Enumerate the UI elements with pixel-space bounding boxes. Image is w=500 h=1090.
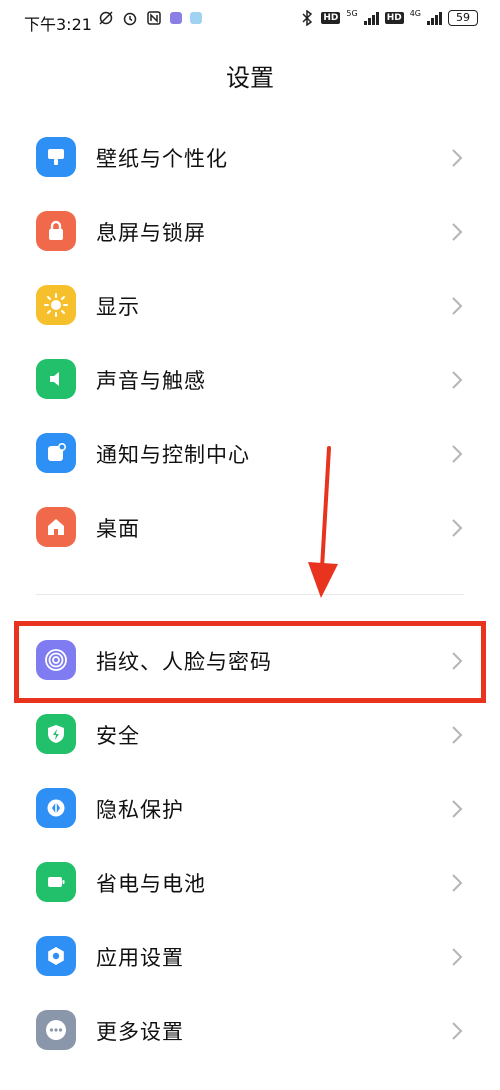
app-notification-icon [170, 12, 182, 24]
settings-item-label: 声音与触感 [96, 369, 206, 393]
notification-icon [36, 433, 76, 473]
lock-icon [36, 211, 76, 251]
privacy-icon [36, 788, 76, 828]
section-divider [36, 594, 464, 595]
settings-item-label: 安全 [96, 724, 140, 748]
signal-icon [363, 11, 379, 25]
mute-alarm-icon [98, 10, 114, 26]
hd-badge: HD [321, 12, 341, 24]
gear-icon [36, 936, 76, 976]
shield-icon [36, 714, 76, 754]
settings-item-label: 桌面 [96, 517, 140, 541]
settings-item-label: 更多设置 [96, 1020, 184, 1044]
app-notification-icon [190, 12, 202, 24]
bluetooth-icon [299, 10, 315, 26]
settings-item-lockscreen[interactable]: 息屏与锁屏 [0, 195, 500, 269]
network-type: 4G [409, 9, 421, 18]
battery-indicator: 59 [448, 10, 478, 26]
settings-item-label: 应用设置 [96, 946, 184, 970]
page-title: 设置 [226, 64, 274, 92]
settings-item-label: 息屏与锁屏 [96, 221, 206, 245]
hd-badge: HD [384, 12, 404, 24]
settings-item-notifications[interactable]: 通知与控制中心 [0, 417, 500, 491]
status-time: 下午3:21 [24, 15, 92, 34]
settings-item-wallpaper[interactable]: 壁纸与个性化 [0, 121, 500, 195]
highlight-box [14, 621, 486, 703]
chevron-right-icon [452, 800, 463, 818]
nfc-icon [146, 10, 162, 26]
more-icon [36, 1010, 76, 1050]
chevron-right-icon [452, 1022, 463, 1040]
chevron-right-icon [452, 726, 463, 744]
settings-item-label: 隐私保护 [96, 798, 184, 822]
settings-item-security[interactable]: 安全 [0, 698, 500, 772]
network-type: 5G [346, 9, 358, 18]
alarm-clock-icon [122, 10, 138, 26]
status-right-icons: HD 5G HD 4G 59 [299, 10, 478, 26]
signal-icon [427, 11, 442, 25]
settings-item-desktop[interactable]: 桌面 [0, 491, 500, 565]
chevron-right-icon [452, 874, 463, 892]
settings-item-label: 省电与电池 [96, 872, 206, 896]
status-bar: 下午3:21 HD 5G HD 4G 59 [0, 0, 500, 44]
settings-item-more[interactable]: 更多设置 [0, 994, 500, 1068]
settings-item-battery[interactable]: 省电与电池 [0, 846, 500, 920]
battery-icon [36, 862, 76, 902]
status-left-icons [98, 10, 202, 26]
sun-icon [36, 285, 76, 325]
settings-item-label: 显示 [96, 295, 140, 319]
chevron-right-icon [452, 149, 463, 167]
wallpaper-icon [36, 137, 76, 177]
settings-item-display[interactable]: 显示 [0, 269, 500, 343]
chevron-right-icon [452, 519, 463, 537]
chevron-right-icon [452, 223, 463, 241]
settings-item-label: 通知与控制中心 [96, 443, 250, 467]
settings-item-label: 壁纸与个性化 [96, 147, 228, 171]
chevron-right-icon [452, 948, 463, 966]
annotation-arrow [308, 446, 338, 598]
settings-item-app-settings[interactable]: 应用设置 [0, 920, 500, 994]
chevron-right-icon [452, 371, 463, 389]
chevron-right-icon [452, 297, 463, 315]
settings-group-1: 壁纸与个性化 息屏与锁屏 显示 声音与触感 通知与控制中心 桌面 [0, 121, 500, 565]
chevron-right-icon [452, 445, 463, 463]
settings-item-privacy[interactable]: 隐私保护 [0, 772, 500, 846]
home-icon [36, 507, 76, 547]
settings-item-sound[interactable]: 声音与触感 [0, 343, 500, 417]
speaker-icon [36, 359, 76, 399]
